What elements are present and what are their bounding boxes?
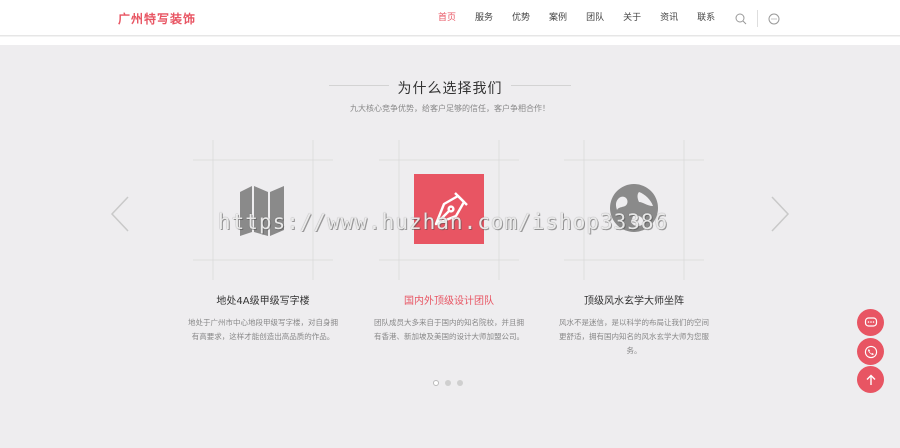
- advantage-card-design-team[interactable]: 国内外顶级设计团队 团队成员大多来自于国内的知名院校，并且拥有香港、新加坡及美国…: [349, 140, 549, 380]
- card-title: 顶级风水玄学大师坐阵: [584, 296, 684, 307]
- search-icon[interactable]: [735, 13, 747, 25]
- site-header: 广州特写装饰 首页 服务 优势 案例 团队 关于 资讯 联系: [0, 0, 900, 36]
- card-desc: 风水不是迷信，是以科学的布局让我们的空间更舒适，拥有国内知名的风水玄学大师为您服…: [559, 318, 709, 355]
- carousel-dot-3[interactable]: [457, 380, 463, 386]
- card-title: 国内外顶级设计团队: [404, 296, 494, 307]
- title-line-right: [511, 85, 571, 86]
- main-nav: 首页 服务 优势 案例 团队 关于 资讯 联系: [438, 0, 734, 36]
- watermark-text: https://www.huzhan.com/ishop33386: [218, 210, 669, 234]
- advantage-card-location[interactable]: 地处4A级甲级写字楼 地处于广州市中心地段甲级写字楼，对自身拥有高要求，这样才能…: [163, 140, 363, 380]
- nav-item-services[interactable]: 服务: [475, 0, 493, 36]
- section-title-wrap: 为什么选择我们: [0, 78, 900, 98]
- card-title: 地处4A级甲级写字楼: [216, 296, 310, 307]
- chat-icon[interactable]: [768, 13, 780, 25]
- card-desc: 地处于广州市中心地段甲级写字楼，对自身拥有高要求，这样才能创造出高品质的作品。: [188, 318, 338, 341]
- top-band: [0, 37, 900, 45]
- section-title: 为什么选择我们: [397, 81, 503, 97]
- advantage-card-fengshui[interactable]: 顶级风水玄学大师坐阵 风水不是迷信，是以科学的布局让我们的空间更舒适，拥有国内知…: [534, 140, 734, 380]
- site-logo[interactable]: 广州特写装饰: [118, 10, 196, 27]
- prev-arrow-icon[interactable]: [110, 195, 130, 233]
- back-to-top-button[interactable]: [857, 366, 884, 393]
- phone-button[interactable]: [857, 338, 884, 365]
- online-chat-button[interactable]: [857, 309, 884, 336]
- section-subtitle: 九大核心竞争优势，给客户足够的信任，客户争相合作！: [350, 104, 550, 113]
- header-divider: [757, 10, 758, 27]
- nav-item-cases[interactable]: 案例: [549, 0, 567, 36]
- nav-item-advantages[interactable]: 优势: [512, 0, 530, 36]
- next-arrow-icon[interactable]: [770, 195, 790, 233]
- nav-item-news[interactable]: 资讯: [660, 0, 678, 36]
- card-desc: 团队成员大多来自于国内的知名院校，并且拥有香港、新加坡及美国的设计大师加盟公司。: [374, 318, 524, 341]
- nav-item-home[interactable]: 首页: [438, 0, 456, 36]
- nav-item-team[interactable]: 团队: [586, 0, 604, 36]
- nav-item-contact[interactable]: 联系: [697, 0, 715, 36]
- phone-icon: [864, 345, 877, 358]
- nav-item-about[interactable]: 关于: [623, 0, 641, 36]
- arrow-up-icon: [866, 374, 875, 385]
- chat-bubble-icon: [864, 316, 877, 327]
- carousel-dots: [433, 380, 463, 386]
- carousel-dot-1[interactable]: [433, 380, 439, 386]
- carousel-dot-2[interactable]: [445, 380, 451, 386]
